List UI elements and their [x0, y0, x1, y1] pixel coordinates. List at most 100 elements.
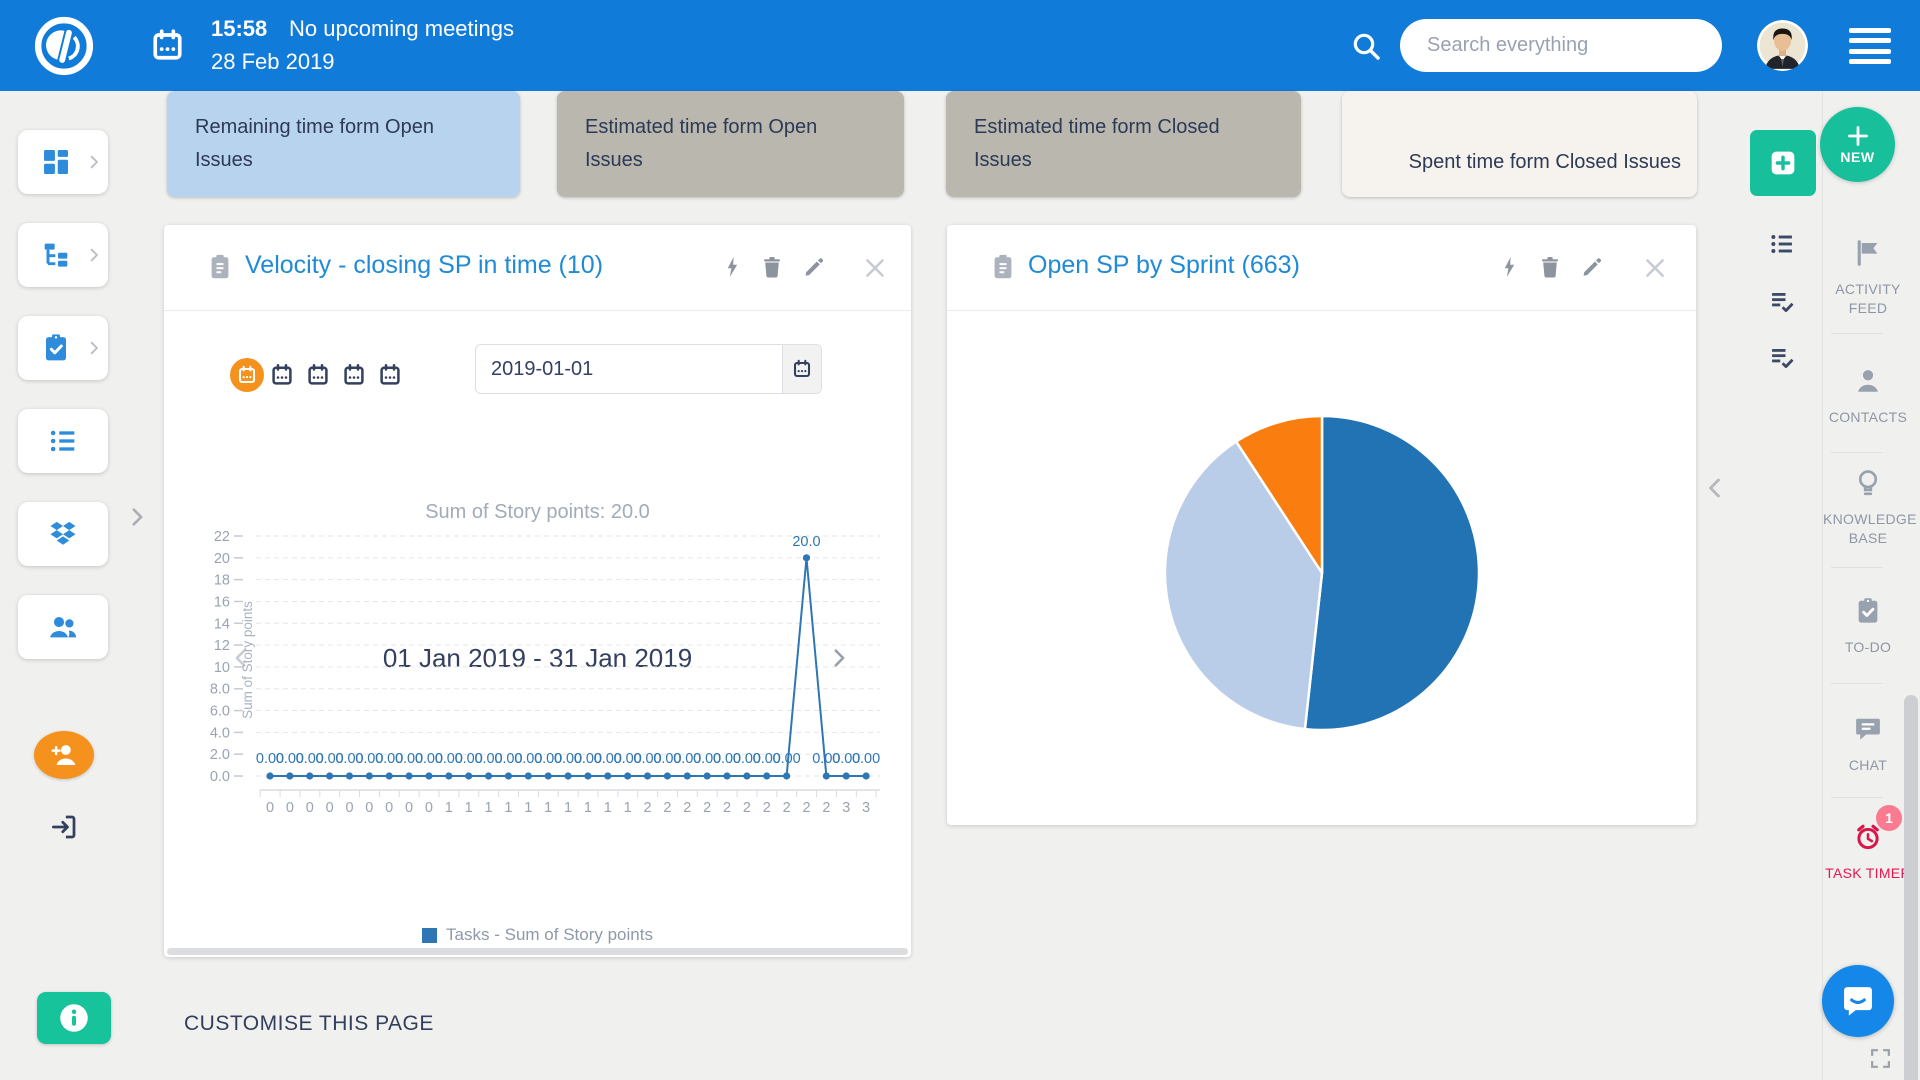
legend-swatch — [422, 928, 437, 943]
period-day-toggle-selected[interactable] — [230, 358, 264, 392]
kpi-card-label: Estimated time form Open Issues — [585, 116, 817, 171]
plus-icon — [1846, 124, 1870, 148]
chevron-right-icon — [86, 247, 102, 263]
svg-text:20.0: 20.0 — [792, 534, 820, 550]
rail-item-label: KNOWLEDGE BASE — [1823, 510, 1913, 548]
info-button[interactable] — [37, 992, 111, 1044]
date-input[interactable] — [476, 345, 782, 393]
clipboard-check-icon — [40, 332, 72, 364]
bolt-icon[interactable] — [1497, 255, 1521, 279]
edit-icon[interactable] — [802, 255, 826, 279]
svg-text:1: 1 — [524, 800, 532, 816]
svg-text:0: 0 — [345, 800, 353, 816]
svg-text:0: 0 — [266, 800, 274, 816]
dropbox-icon — [47, 518, 79, 550]
svg-text:2: 2 — [643, 800, 651, 816]
people-icon — [47, 611, 79, 643]
rail-item-task-timer[interactable]: TASK TIMER — [1823, 822, 1913, 883]
topbar-date: 28 Feb 2019 — [211, 49, 335, 75]
close-icon[interactable] — [862, 255, 886, 279]
widget-header: Open SP by Sprint (663) — [947, 225, 1696, 311]
svg-text:0: 0 — [326, 800, 334, 816]
sidebar-item-list[interactable] — [18, 409, 108, 473]
svg-text:2: 2 — [683, 800, 691, 816]
flag-icon — [1853, 238, 1883, 268]
list-icon — [47, 425, 79, 457]
customise-page-link[interactable]: CUSTOMISE THIS PAGE — [184, 1012, 434, 1036]
messenger-fab[interactable] — [1822, 965, 1894, 1037]
search-input[interactable] — [1400, 19, 1722, 72]
period-year-toggle[interactable] — [378, 363, 402, 387]
app-logo-icon[interactable] — [33, 15, 95, 77]
rail-item-label: ACTIVITY FEED — [1823, 280, 1913, 318]
kpi-card-label: Remaining time form Open Issues — [195, 116, 434, 171]
svg-text:12: 12 — [214, 638, 230, 654]
rail-separator — [1831, 797, 1883, 798]
checklist-icon[interactable] — [1768, 344, 1796, 372]
pie-widget: Open SP by Sprint (663) — [947, 225, 1696, 825]
edit-icon[interactable] — [1580, 255, 1604, 279]
vertical-scrollbar[interactable] — [1904, 695, 1918, 1080]
svg-text:10: 10 — [214, 660, 230, 676]
new-button[interactable]: NEW — [1820, 107, 1895, 182]
meetings-status: No upcoming meetings — [289, 16, 514, 42]
trash-icon[interactable] — [760, 255, 784, 279]
rail-item-knowledge-base[interactable]: KNOWLEDGE BASE — [1823, 468, 1913, 548]
chevron-right-icon — [86, 154, 102, 170]
sidebar-item-tasks[interactable] — [18, 316, 108, 380]
close-icon[interactable] — [1642, 255, 1666, 279]
sign-in-out-icon[interactable] — [49, 812, 79, 842]
svg-text:3: 3 — [842, 800, 850, 816]
period-week-toggle[interactable] — [270, 363, 294, 387]
kpi-card-remaining-open[interactable]: Remaining time form Open Issues — [167, 91, 520, 197]
panel-collapse-chevron-icon[interactable] — [1703, 473, 1727, 503]
sidebar-item-dashboards[interactable] — [18, 130, 108, 194]
svg-text:Sum of Story points: Sum of Story points — [240, 601, 255, 719]
list-view-icon[interactable] — [1768, 230, 1796, 258]
widget-horizontal-scrollbar[interactable] — [167, 948, 908, 955]
sidebar-item-contacts[interactable] — [18, 595, 108, 659]
rail-item-chat[interactable]: CHAT — [1823, 714, 1913, 775]
checklist-icon[interactable] — [1768, 288, 1796, 316]
avatar[interactable] — [1757, 20, 1808, 71]
chat-bubble-icon — [1853, 714, 1883, 744]
svg-text:2: 2 — [783, 800, 791, 816]
bolt-icon[interactable] — [720, 255, 744, 279]
search-icon[interactable] — [1350, 30, 1382, 62]
svg-text:2: 2 — [822, 800, 830, 816]
trash-icon[interactable] — [1538, 255, 1562, 279]
rail-item-label: CHAT — [1823, 756, 1913, 775]
svg-text:2: 2 — [802, 800, 810, 816]
calendar-icon[interactable] — [150, 28, 185, 63]
sidebar-item-dropbox[interactable] — [18, 502, 108, 566]
rail-item-to-do[interactable]: TO-DO — [1823, 596, 1913, 657]
rail-item-activity-feed[interactable]: ACTIVITY FEED — [1823, 238, 1913, 318]
kpi-card-estimated-closed[interactable]: Estimated time form Closed Issues — [946, 91, 1301, 197]
svg-text:20: 20 — [214, 551, 230, 567]
info-icon — [59, 1003, 89, 1033]
date-picker-button[interactable] — [782, 345, 821, 393]
add-widget-button[interactable] — [1750, 130, 1816, 196]
add-user-button[interactable] — [34, 731, 94, 779]
period-month-toggle[interactable] — [306, 363, 330, 387]
kpi-card-estimated-open[interactable]: Estimated time form Open Issues — [557, 91, 904, 197]
kpi-card-spent-closed[interactable]: Spent time form Closed Issues — [1342, 91, 1697, 197]
svg-text:0: 0 — [306, 800, 314, 816]
fullscreen-icon[interactable] — [1868, 1046, 1893, 1071]
sidebar-item-projects[interactable] — [18, 223, 108, 287]
period-quarter-toggle[interactable] — [342, 363, 366, 387]
svg-text:1: 1 — [584, 800, 592, 816]
svg-text:0: 0 — [425, 800, 433, 816]
menu-icon[interactable] — [1849, 28, 1891, 64]
sidebar-expand-chevron-icon[interactable] — [126, 503, 148, 531]
date-picker — [475, 344, 822, 394]
clipboard-check-icon — [1853, 596, 1883, 626]
svg-text:2: 2 — [663, 800, 671, 816]
velocity-line-chart: 222018161412108.06.04.02.00.0Sum of Stor… — [164, 520, 911, 830]
kpi-card-label: Spent time form Closed Issues — [1409, 146, 1681, 179]
clipboard-icon — [206, 252, 234, 282]
rail-item-contacts[interactable]: CONTACTS — [1823, 366, 1913, 427]
rail-item-label: CONTACTS — [1823, 408, 1913, 427]
svg-text:1: 1 — [504, 800, 512, 816]
svg-text:0.00: 0.00 — [773, 751, 801, 767]
